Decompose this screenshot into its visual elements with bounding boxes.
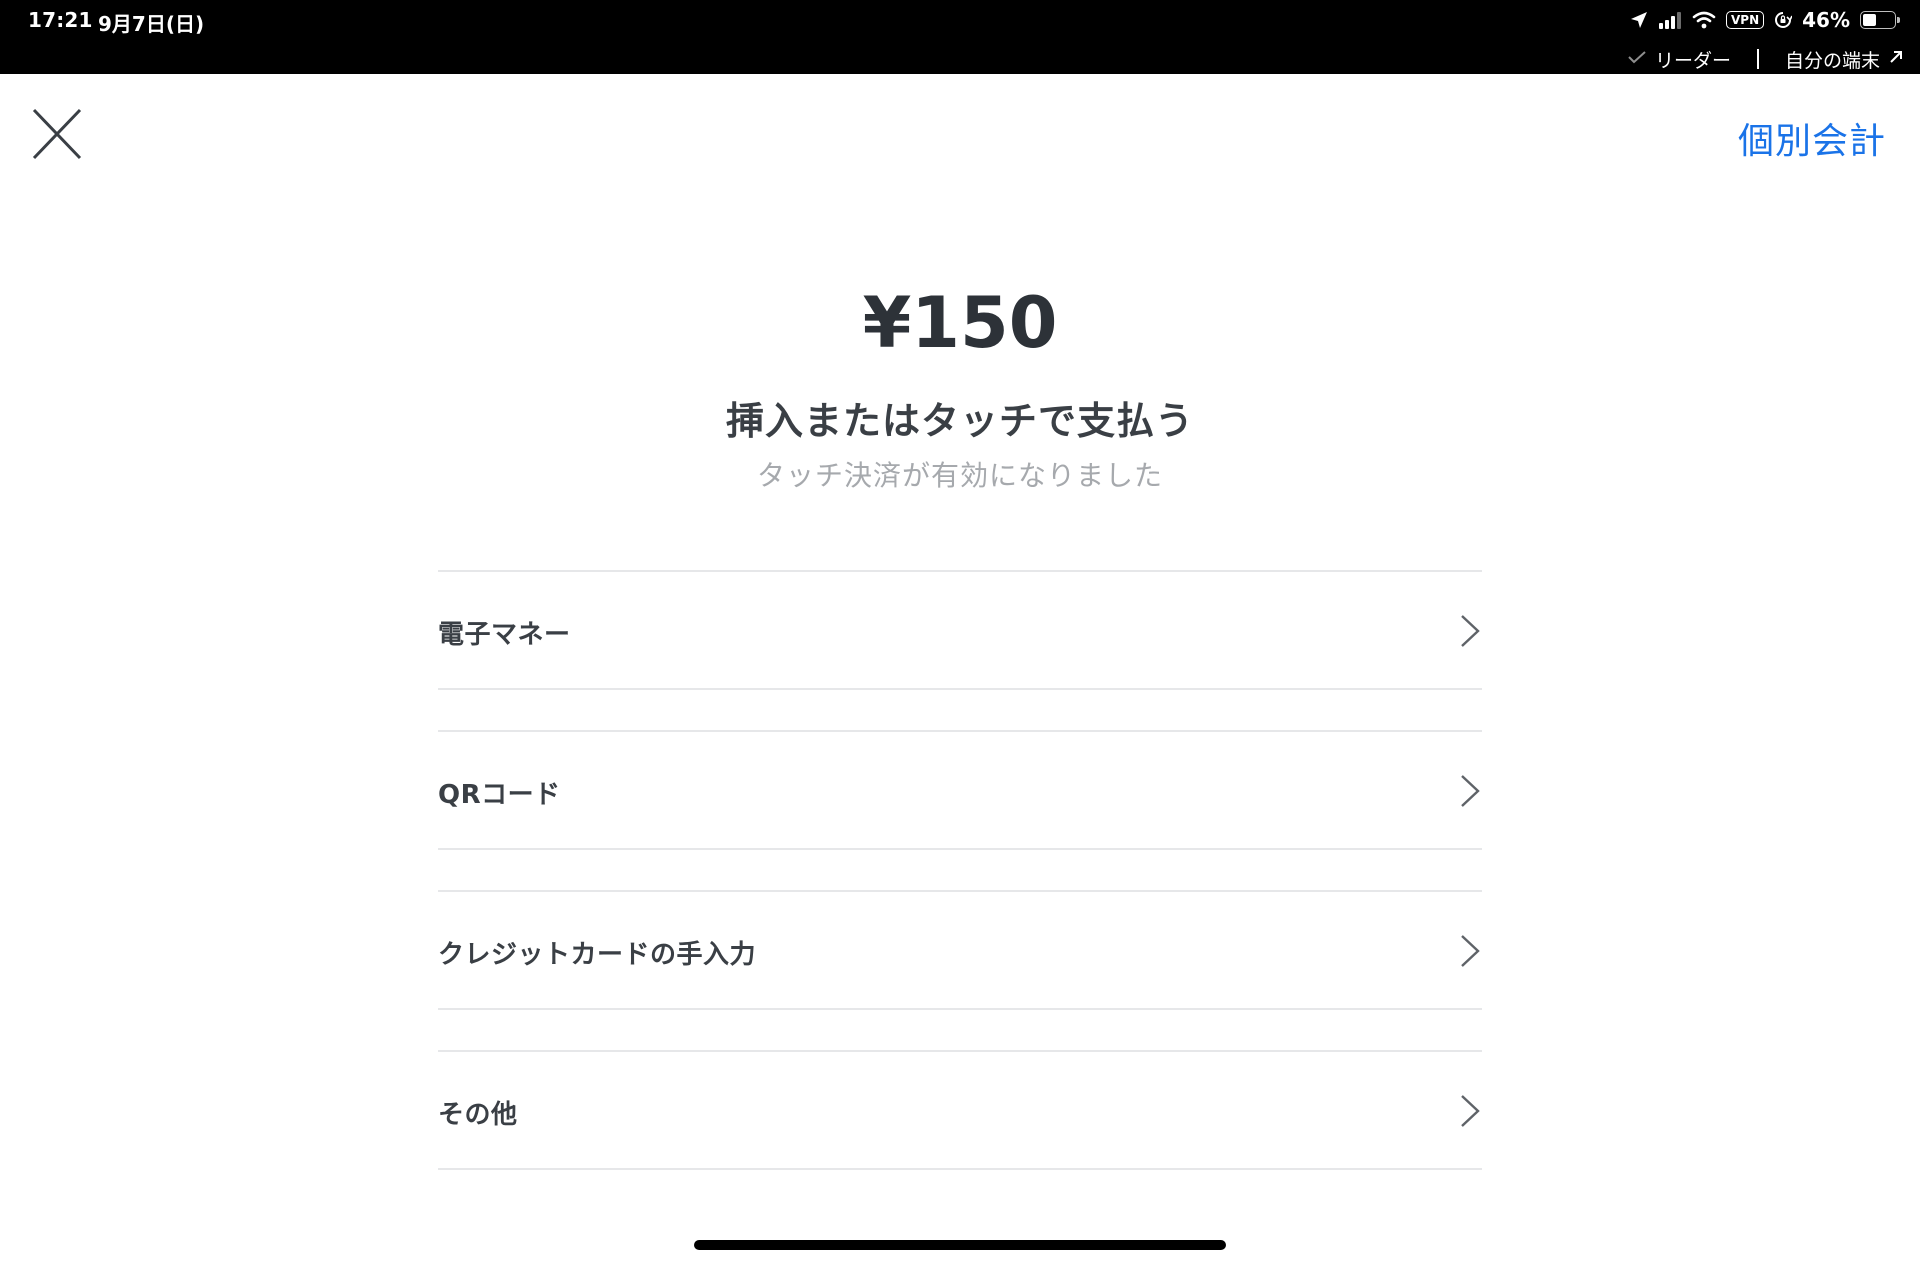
home-indicator[interactable] — [694, 1240, 1226, 1250]
reader-option[interactable]: リーダー — [1655, 46, 1731, 73]
chevron-right-icon — [1461, 935, 1480, 967]
chevron-right-icon — [1461, 1095, 1480, 1127]
payment-options-list: 電子マネー QRコード クレジットカードの手入力 その他 — [438, 570, 1482, 1210]
option-other[interactable]: その他 — [438, 1050, 1482, 1170]
location-icon — [1630, 11, 1648, 29]
option-emoney[interactable]: 電子マネー — [438, 570, 1482, 690]
payment-subprompt: タッチ決済が有効になりました — [756, 459, 1163, 492]
status-time: 17:21 — [28, 8, 93, 32]
close-button[interactable] — [32, 108, 82, 162]
option-label: QRコード — [438, 780, 561, 810]
option-qr-code[interactable]: QRコード — [438, 730, 1482, 850]
payment-prompt: 挿入またはタッチで支払う — [725, 399, 1194, 443]
status-bar: 17:21 9月7日(日) VPN 46% リーダー 自分の端末 — [0, 0, 1920, 74]
device-switcher: リーダー 自分の端末 — [1627, 46, 1904, 72]
payment-screen: 17:21 9月7日(日) VPN 46% リーダー 自分の端末 個別会計 ¥1… — [0, 0, 1920, 1261]
option-manual-card-entry[interactable]: クレジットカードの手入力 — [438, 890, 1482, 1010]
option-label: クレジットカードの手入力 — [438, 940, 757, 970]
cellular-signal-icon — [1658, 11, 1682, 29]
status-indicators: VPN 46% — [1630, 6, 1900, 34]
option-label: 電子マネー — [438, 620, 571, 650]
status-date: 9月7日(日) — [98, 12, 205, 36]
own-device-option[interactable]: 自分の端末 — [1785, 46, 1880, 73]
chevron-right-icon — [1461, 615, 1480, 647]
wifi-icon — [1692, 11, 1716, 29]
payment-amount: ¥150 — [862, 282, 1058, 364]
split-bill-link[interactable]: 個別会計 — [1738, 112, 1886, 164]
arrow-up-right-icon — [1888, 48, 1904, 70]
battery-fill — [1863, 14, 1877, 26]
chevron-right-icon — [1461, 775, 1480, 807]
option-label: その他 — [438, 1100, 518, 1130]
check-icon — [1627, 48, 1647, 70]
vpn-badge: VPN — [1726, 11, 1765, 29]
battery-icon — [1860, 11, 1900, 29]
orientation-lock-icon — [1774, 11, 1793, 29]
close-icon — [32, 108, 82, 160]
battery-percent: 46% — [1802, 8, 1850, 32]
divider — [1756, 49, 1759, 69]
